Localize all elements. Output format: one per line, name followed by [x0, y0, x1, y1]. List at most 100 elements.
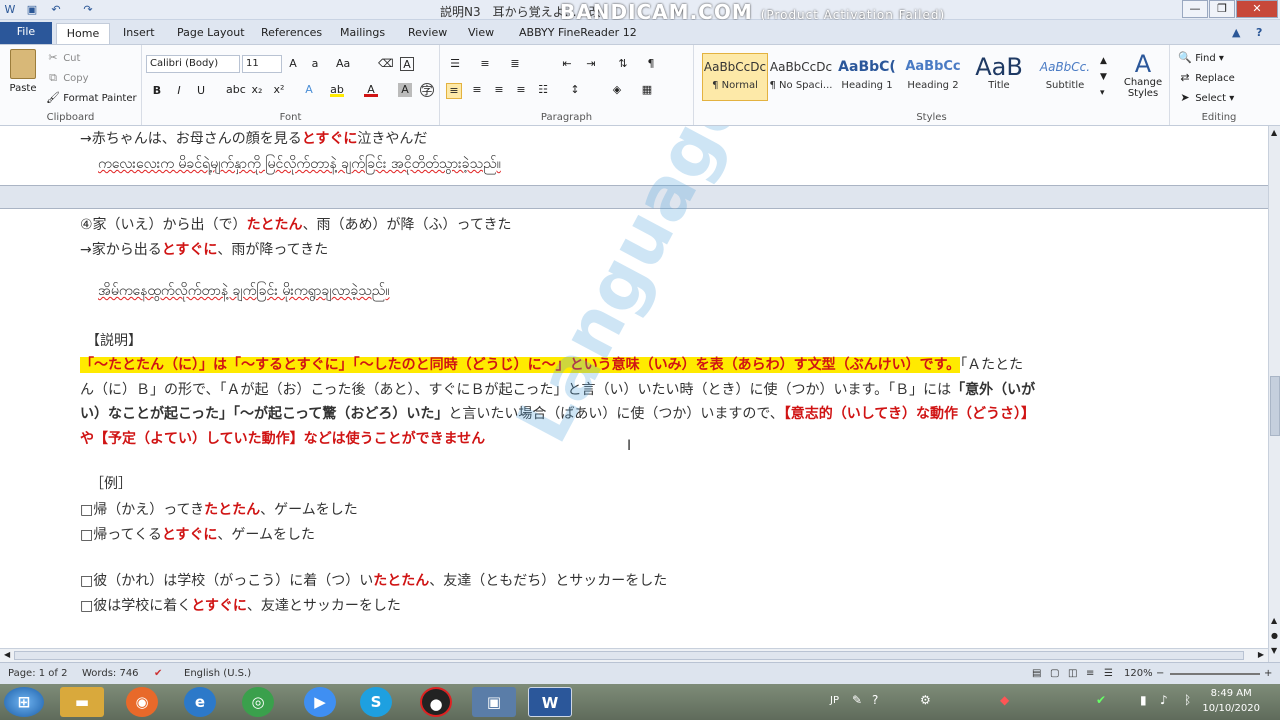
tab-insert[interactable]: Insert [123, 23, 155, 44]
change-styles-button[interactable]: A Change Styles [1118, 51, 1168, 99]
proofing-icon[interactable]: ✔ [154, 663, 162, 685]
document-area[interactable]: →赤ちゃんは、お母さんの顔を見るとすぐに泣きやんだ ကလေးလေးက မိခင်… [0, 126, 1268, 662]
subscript-button[interactable]: x₂ [250, 83, 264, 97]
word-taskbar-icon[interactable]: W [528, 687, 572, 717]
align-right-button[interactable]: ≡ [492, 83, 506, 97]
style-normal[interactable]: AaBbCcDc ¶ Normal [702, 53, 768, 101]
format-painter-button[interactable]: 🖌 Format Painter [46, 91, 137, 105]
paste-button[interactable]: Paste [6, 49, 40, 103]
zoom-in-icon[interactable]: + [1264, 663, 1272, 685]
view-draft-icon[interactable]: ☰ [1104, 663, 1113, 685]
settings-tray-icon[interactable]: ⚙ [920, 693, 931, 707]
styles-scroll-icon[interactable]: ▲ ▼ ▾ [1100, 53, 1110, 101]
highlight-button[interactable]: ab [330, 83, 344, 97]
tab-view[interactable]: View [468, 23, 494, 44]
horizontal-scrollbar[interactable]: ◀ ▶ [0, 648, 1268, 662]
clear-format-button[interactable]: ⌫ [378, 57, 394, 71]
text-effects-button[interactable]: A [302, 83, 316, 97]
view-fullscreen-icon[interactable]: ▢ [1050, 663, 1059, 685]
ribbon-minimize-icon[interactable]: ▲ [1232, 23, 1240, 44]
decrease-indent-button[interactable]: ⇤ [560, 57, 574, 71]
start-button[interactable]: ⊞ [4, 687, 44, 717]
view-web-icon[interactable]: ◫ [1068, 663, 1077, 685]
select-browse-icon[interactable]: ● [1271, 631, 1278, 640]
style-title[interactable]: AaB Title [966, 53, 1032, 101]
borders-button[interactable]: ▦ [640, 83, 654, 97]
numbering-button[interactable]: ≡ [478, 57, 492, 71]
char-border-button[interactable]: A [400, 57, 414, 71]
select-button[interactable]: ➤ Select ▾ [1178, 91, 1234, 105]
tab-abbyy[interactable]: ABBYY FineReader 12 [519, 23, 637, 44]
scroll-thumb[interactable] [1270, 376, 1280, 436]
tab-home[interactable]: Home [56, 23, 110, 44]
view-outline-icon[interactable]: ≡ [1086, 663, 1094, 685]
horizontal-scroll-thumb[interactable] [14, 651, 1244, 660]
tab-file[interactable]: File [0, 22, 52, 44]
align-center-button[interactable]: ≡ [470, 83, 484, 97]
style-no-spacing[interactable]: AaBbCcDc ¶ No Spaci... [768, 53, 834, 101]
photos-icon[interactable]: ▣ [472, 687, 516, 717]
pdf-tray-icon[interactable]: ◆ [1000, 693, 1009, 707]
cut-button[interactable]: ✂ Cut [46, 51, 80, 65]
minimize-button[interactable]: — [1182, 0, 1208, 18]
ime-help-icon[interactable]: ? [872, 693, 878, 707]
ime-indicator[interactable]: JP [830, 695, 839, 706]
align-left-button[interactable]: ≡ [446, 83, 462, 99]
word-app-icon[interactable]: W [2, 2, 18, 18]
style-heading-1[interactable]: AaBbC(Heading 1 [834, 53, 900, 101]
style-subtitle[interactable]: AaBbCc. Subtitle [1032, 53, 1098, 101]
bandicam-icon[interactable]: ● [420, 687, 452, 717]
distributed-button[interactable]: ☷ [536, 83, 550, 97]
copy-button[interactable]: ⧉ Copy [46, 71, 89, 85]
next-page-icon[interactable]: ▼ [1271, 646, 1277, 655]
view-print-layout-icon[interactable]: ▤ [1032, 663, 1041, 685]
change-case-button[interactable]: Aa [336, 57, 350, 71]
show-marks-button[interactable]: ¶ [644, 57, 658, 71]
superscript-button[interactable]: x² [272, 83, 286, 97]
style-heading-2[interactable]: AaBbCc Heading 2 [900, 53, 966, 101]
ime-mode-icon[interactable]: ✎ [852, 693, 862, 707]
volume-icon[interactable]: ♪ [1160, 693, 1168, 707]
underline-button[interactable]: U [194, 83, 208, 98]
zoom-slider[interactable] [1170, 673, 1260, 675]
scroll-up-icon[interactable]: ▲ [1271, 128, 1277, 137]
close-button[interactable]: ✕ [1236, 0, 1278, 18]
font-family-select[interactable]: Calibri (Body) [146, 55, 240, 73]
check-tray-icon[interactable]: ✔ [1096, 693, 1106, 707]
char-shading-button[interactable]: A [398, 83, 412, 97]
save-icon[interactable]: ▣ [24, 2, 40, 18]
page-count[interactable]: Page: 1 of 2 [8, 663, 67, 685]
maximize-button[interactable]: ❐ [1209, 0, 1235, 18]
tab-page-layout[interactable]: Page Layout [177, 23, 245, 44]
enclose-char-button[interactable]: 字 [420, 83, 434, 97]
zoom-level[interactable]: 120% [1124, 663, 1153, 685]
bluetooth-icon[interactable]: ᛒ [1184, 693, 1191, 707]
increase-indent-button[interactable]: ⇥ [584, 57, 598, 71]
help-icon[interactable]: ? [1256, 23, 1262, 44]
tab-mailings[interactable]: Mailings [340, 23, 385, 44]
multilevel-list-button[interactable]: ≣ [508, 57, 522, 71]
scroll-right-icon[interactable]: ▶ [1258, 650, 1264, 659]
word-count[interactable]: Words: 746 [82, 663, 139, 685]
zoom-out-icon[interactable]: − [1156, 663, 1164, 685]
undo-icon[interactable]: ↶ [48, 2, 64, 18]
sort-button[interactable]: ⇅ [616, 57, 630, 71]
replace-button[interactable]: ⇄ Replace [1178, 71, 1234, 85]
grow-font-button[interactable]: A [286, 57, 300, 71]
shading-button[interactable]: ◈ [610, 83, 624, 97]
tab-references[interactable]: References [261, 23, 322, 44]
clock[interactable]: 8:49 AM 10/10/2020 [1202, 686, 1260, 716]
italic-button[interactable]: I [172, 83, 186, 98]
redo-icon[interactable]: ↷ [80, 2, 96, 18]
tab-review[interactable]: Review [408, 23, 447, 44]
network-icon[interactable]: ▮ [1140, 693, 1147, 707]
zoom-app-icon[interactable]: ▶ [304, 687, 336, 717]
vertical-scrollbar[interactable]: ▲ ▲ ● ▼ [1268, 126, 1280, 662]
bullets-button[interactable]: ☰ [448, 57, 462, 71]
font-size-select[interactable]: 11 [242, 55, 282, 73]
language-status[interactable]: English (U.S.) [184, 663, 251, 685]
find-button[interactable]: 🔍 Find ▾ [1178, 51, 1224, 65]
firefox-icon[interactable]: ◉ [126, 687, 158, 717]
chrome-icon[interactable]: ◎ [242, 687, 274, 717]
skype-icon[interactable]: S [360, 687, 392, 717]
